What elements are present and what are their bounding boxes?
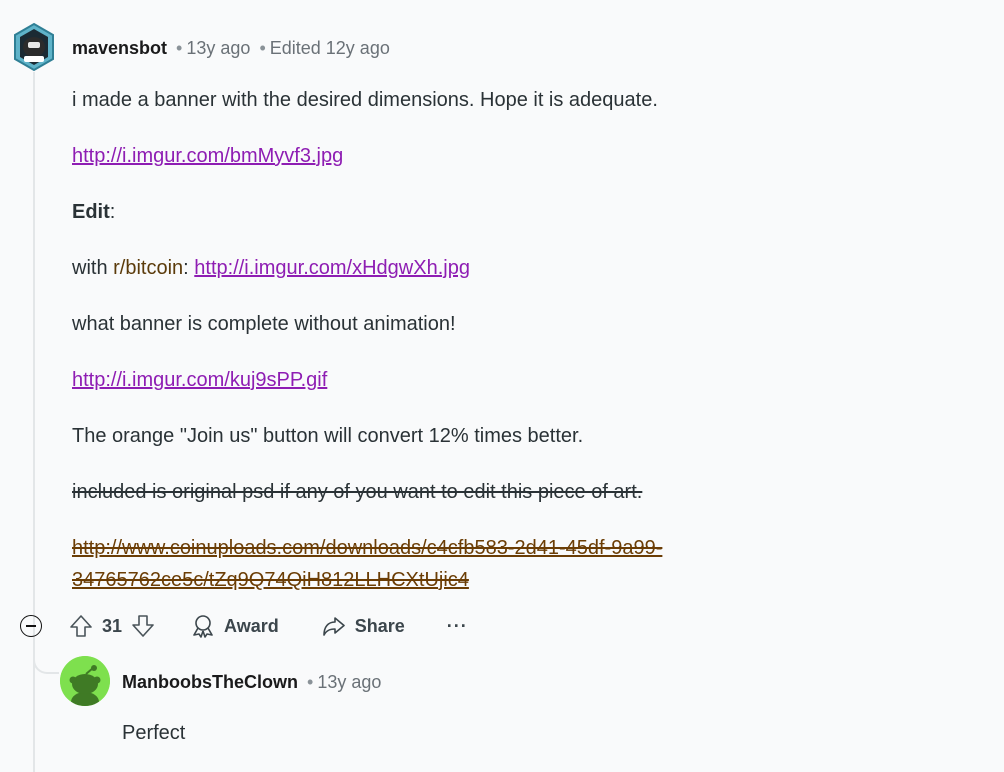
- share-icon: [322, 617, 345, 636]
- user-avatar[interactable]: [12, 22, 56, 72]
- reply-body: Perfect: [122, 722, 186, 744]
- comment-actions: 31 Award Share ···: [20, 606, 468, 646]
- award-label: Award: [224, 615, 279, 636]
- comment-paragraph: Edit:: [72, 196, 792, 228]
- coinuploads-link[interactable]: http://www.coinuploads.com/downloads/c4c…: [72, 537, 662, 591]
- comment-paragraph: http://i.imgur.com/bmMyvf3.jpg: [72, 140, 792, 172]
- comment-body: i made a banner with the desired dimensi…: [72, 84, 792, 596]
- comment-paragraph: with r/bitcoin: http://i.imgur.com/xHdgw…: [72, 252, 792, 284]
- comment-meta: mavensbot • 13y ago • Edited 12y ago: [72, 36, 390, 60]
- reply-age[interactable]: 13y ago: [317, 672, 381, 692]
- comment-paragraph: http://www.coinuploads.com/downloads/c4c…: [72, 532, 792, 596]
- comment-username[interactable]: mavensbot: [72, 38, 167, 58]
- share-button[interactable]: Share: [321, 613, 405, 639]
- comment-age[interactable]: 13y ago: [186, 38, 250, 58]
- imgur-link-banner[interactable]: http://i.imgur.com/bmMyvf3.jpg: [72, 145, 343, 167]
- upvote-arrow-icon[interactable]: [68, 613, 94, 639]
- edit-label: Edit: [72, 201, 110, 223]
- imgur-link-bitcoin[interactable]: http://i.imgur.com/xHdgwXh.jpg: [194, 257, 470, 279]
- share-label: Share: [354, 615, 405, 636]
- comment-edited: Edited 12y ago: [269, 38, 390, 58]
- comment-text-line: i made a banner with the desired dimensi…: [72, 89, 658, 111]
- subreddit-link[interactable]: r/bitcoin: [113, 257, 183, 279]
- minus-circle-icon[interactable]: [20, 615, 42, 637]
- meta-separator: •: [176, 38, 183, 58]
- award-button[interactable]: Award: [190, 613, 279, 639]
- coinuploads-link-part1: http://www.coinuploads.com/downloads/c4c…: [72, 537, 663, 559]
- reply-username[interactable]: ManboobsTheClown: [122, 672, 298, 692]
- ellipsis-icon[interactable]: ···: [447, 616, 468, 637]
- edit-colon: :: [109, 201, 116, 223]
- imgur-link-gif[interactable]: http://i.imgur.com/kuj9sPP.gif: [72, 369, 327, 391]
- meta-separator: •: [307, 672, 314, 692]
- comment-text-line: The orange "Join us" button will convert…: [72, 425, 584, 447]
- meta-separator: •: [259, 38, 266, 58]
- vote-score: 31: [102, 615, 123, 636]
- strikethrough-text: included is original psd if any of you w…: [72, 481, 643, 503]
- with-prefix: with: [72, 257, 114, 279]
- with-colon: :: [183, 257, 195, 279]
- comment-text-line: what banner is complete without animatio…: [72, 313, 456, 335]
- comment-paragraph: http://i.imgur.com/kuj9sPP.gif: [72, 364, 792, 396]
- downvote-arrow-icon[interactable]: [130, 613, 156, 639]
- coinuploads-link-part2: 34765762ce5c/tZq9Q74QiH812LLHCXtUjic4: [72, 569, 469, 591]
- award-icon: [193, 615, 213, 638]
- reply-thread-connector: [33, 640, 59, 674]
- reply-avatar[interactable]: [60, 656, 110, 706]
- reply-meta: ManboobsTheClown • 13y ago: [122, 670, 381, 694]
